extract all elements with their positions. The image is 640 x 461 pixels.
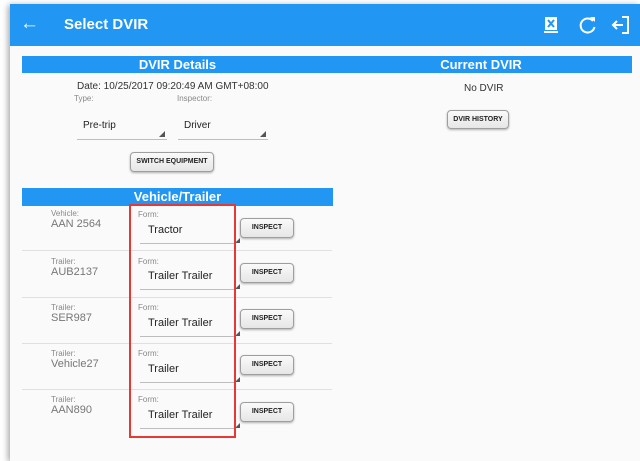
row-label: Trailer: [51, 395, 76, 404]
row-id: SER987 [51, 312, 92, 324]
inspect-button[interactable]: INSPECT [240, 218, 294, 238]
inspect-button[interactable]: INSPECT [240, 355, 294, 375]
inspect-button[interactable]: INSPECT [240, 263, 294, 283]
dropdown-arrow-icon [260, 131, 266, 137]
inspect-button[interactable]: INSPECT [240, 402, 294, 422]
form-column-highlight [129, 204, 236, 438]
page-title: Select DVIR [64, 16, 149, 33]
switch-equipment-button[interactable]: SWITCH EQUIPMENT [130, 152, 214, 172]
row-id: AUB2137 [51, 266, 99, 278]
row-label: Vehicle: [51, 209, 80, 218]
inspector-dropdown-value: Driver [184, 120, 211, 131]
logout-icon[interactable] [610, 14, 632, 36]
type-label: Type: [74, 94, 94, 103]
current-dvir-header: Current DVIR [330, 56, 632, 73]
refresh-icon[interactable] [577, 14, 599, 36]
inspector-dropdown[interactable]: Driver [178, 116, 268, 140]
clear-equipment-icon[interactable] [540, 14, 562, 36]
row-label: Trailer: [51, 303, 76, 312]
dropdown-arrow-icon [159, 131, 165, 137]
current-dvir-status: No DVIR [464, 83, 504, 94]
app-bar: ← Select DVIR [10, 4, 640, 46]
dvir-details-header: DVIR Details [22, 56, 333, 73]
row-id: AAN890 [51, 404, 92, 416]
inspector-label: Inspector: [177, 94, 213, 103]
dvir-history-button[interactable]: DVIR HISTORY [447, 110, 509, 129]
inspect-button[interactable]: INSPECT [240, 309, 294, 329]
dvir-date: Date: 10/25/2017 09:20:49 AM GMT+08:00 [77, 81, 269, 92]
back-arrow-icon[interactable]: ← [20, 13, 39, 35]
row-id: AAN 2564 [51, 218, 102, 230]
type-dropdown-value: Pre-trip [83, 120, 116, 131]
row-label: Trailer: [51, 257, 76, 266]
type-dropdown[interactable]: Pre-trip [77, 116, 167, 140]
row-label: Trailer: [51, 349, 76, 358]
row-id: Vehicle27 [51, 358, 99, 370]
app-window: ← Select DVIR DVIR Details Date: 10/25/2… [10, 4, 640, 461]
